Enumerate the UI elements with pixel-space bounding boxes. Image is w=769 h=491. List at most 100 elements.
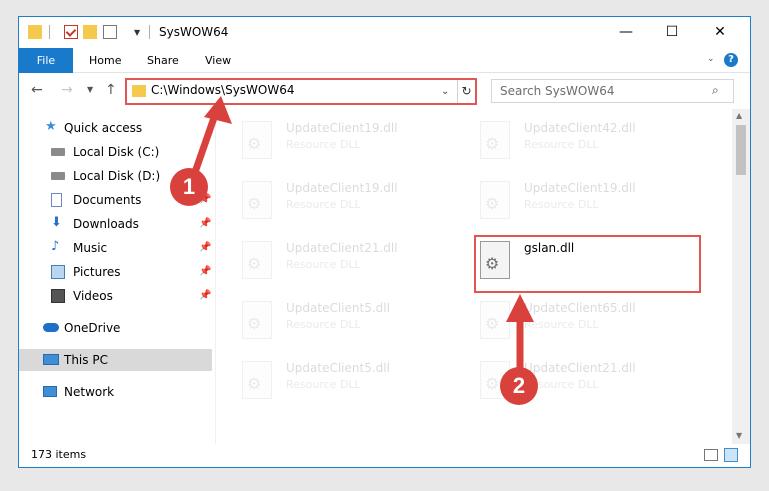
sidebar-item-network[interactable]: Network — [19, 381, 212, 403]
sidebar-item-label: Videos — [73, 289, 113, 303]
file-type: Resource DLL — [286, 138, 361, 151]
pin-icon[interactable]: 📌 — [199, 242, 211, 253]
navigation-pane: ★ Quick access Local Disk (C:) Local Dis… — [19, 109, 215, 444]
address-bar[interactable]: C:\Windows\SysWOW64 ⌄ ↻ — [125, 78, 477, 105]
search-box[interactable]: Search SysWOW64 ⌕ — [491, 79, 734, 103]
address-dropdown-icon[interactable]: ⌄ — [441, 86, 449, 97]
vertical-scrollbar[interactable]: ▲ ▼ — [732, 109, 750, 444]
sidebar-item-videos[interactable]: Videos 📌 — [19, 285, 212, 307]
help-icon[interactable]: ? — [724, 53, 738, 67]
pictures-icon — [51, 265, 65, 279]
tab-home[interactable]: Home — [89, 48, 121, 73]
expand-ribbon-icon[interactable]: ⌄ — [707, 54, 715, 64]
sidebar-item-pictures[interactable]: Pictures 📌 — [19, 261, 212, 283]
file-type: Resource DLL — [524, 138, 599, 151]
gslan-highlight-box — [474, 235, 701, 293]
file-item[interactable]: ⚙ UpdateClient5.dll Resource DLL — [238, 297, 466, 347]
status-bar: 173 items — [19, 444, 750, 467]
file-item[interactable]: ⚙ UpdateClient42.dll Resource DLL — [476, 117, 704, 167]
documents-icon — [51, 193, 62, 207]
pin-icon[interactable]: 📌 — [199, 266, 211, 277]
dll-file-icon: ⚙ — [242, 241, 272, 279]
properties-icon[interactable] — [103, 25, 117, 39]
sidebar-item-label: Documents — [73, 193, 142, 207]
file-item[interactable]: ⚙ UpdateClient19.dll Resource DLL — [238, 117, 466, 167]
tab-file[interactable]: File — [19, 48, 73, 73]
sidebar-item-downloads[interactable]: ⬇ Downloads 📌 — [19, 213, 212, 235]
drive-icon — [51, 172, 65, 180]
refresh-icon[interactable]: ↻ — [457, 80, 475, 103]
drive-icon — [51, 148, 65, 156]
file-type: Resource DLL — [524, 198, 599, 211]
gear-icon: ⚙ — [247, 194, 262, 213]
sidebar-item-label: Local Disk (D:) — [73, 169, 161, 183]
sidebar-item-onedrive[interactable]: OneDrive — [19, 317, 212, 339]
scroll-down-icon[interactable]: ▼ — [736, 431, 742, 440]
tab-share[interactable]: Share — [147, 48, 179, 73]
sidebar-item-label: OneDrive — [64, 321, 121, 335]
sidebar-item-quick-access[interactable]: ★ Quick access — [19, 117, 212, 139]
minimize-button[interactable]: — — [603, 17, 649, 48]
sidebar-item-label: Quick access — [64, 121, 143, 135]
pin-icon[interactable]: 📌 — [199, 290, 211, 301]
sidebar-item-label: Local Disk (C:) — [73, 145, 160, 159]
file-name: UpdateClient42.dll — [524, 121, 636, 135]
callout-1: 1 — [170, 168, 208, 206]
search-icon[interactable]: ⌕ — [712, 83, 719, 98]
tab-view[interactable]: View — [205, 48, 231, 73]
new-folder-icon[interactable] — [83, 25, 97, 39]
sidebar-item-label: Music — [73, 241, 108, 255]
sidebar-item-local-disk-c[interactable]: Local Disk (C:) — [19, 141, 212, 163]
recent-locations-dropdown-icon[interactable]: ▼ — [87, 85, 93, 94]
sidebar-item-label: Pictures — [73, 265, 121, 279]
up-arrow-icon[interactable]: ↑ — [105, 82, 117, 98]
network-icon — [43, 386, 57, 397]
folder-icon[interactable] — [28, 25, 42, 39]
callout-2: 2 — [500, 367, 538, 405]
scroll-thumb[interactable] — [736, 125, 746, 175]
gear-icon: ⚙ — [247, 254, 262, 273]
title-bar: ▼ SysWOW64 — ☐ ✕ — [19, 17, 750, 48]
file-item[interactable]: ⚙ UpdateClient21.dll Resource DLL — [238, 237, 466, 287]
gear-icon: ⚙ — [485, 374, 500, 393]
file-item[interactable]: ⚙ UpdateClient19.dll Resource DLL — [476, 177, 704, 227]
close-button[interactable]: ✕ — [697, 17, 743, 48]
file-item[interactable]: ⚙ UpdateClient19.dll Resource DLL — [238, 177, 466, 227]
address-path[interactable]: C:\Windows\SysWOW64 — [151, 83, 295, 97]
gear-icon: ⚙ — [485, 314, 500, 333]
dll-file-icon: ⚙ — [242, 121, 272, 159]
file-item[interactable]: ⚙ UpdateClient65.dll Resource DLL — [476, 297, 704, 347]
forward-arrow-icon[interactable]: → — [61, 82, 73, 98]
pin-icon[interactable]: 📌 — [199, 218, 211, 229]
gear-icon: ⚙ — [485, 194, 500, 213]
scroll-up-icon[interactable]: ▲ — [736, 111, 742, 120]
maximize-button[interactable]: ☐ — [649, 17, 695, 48]
sidebar-item-label: Network — [64, 385, 115, 399]
file-name: UpdateClient19.dll — [524, 181, 636, 195]
sidebar-item-music[interactable]: ♪ Music 📌 — [19, 237, 212, 259]
file-type: Resource DLL — [286, 258, 361, 271]
navigation-bar: ← → ▼ ↑ C:\Windows\SysWOW64 ⌄ ↻ Search S… — [19, 74, 750, 108]
window-title: SysWOW64 — [159, 25, 229, 39]
search-placeholder[interactable]: Search SysWOW64 — [500, 84, 614, 98]
folder-icon — [132, 85, 146, 97]
file-item[interactable]: ⚙ UpdateClient5.dll Resource DLL — [238, 357, 466, 407]
sidebar-item-this-pc[interactable]: This PC — [19, 349, 212, 371]
file-name: UpdateClient5.dll — [286, 361, 390, 375]
dll-file-icon: ⚙ — [242, 181, 272, 219]
cloud-icon — [43, 323, 59, 332]
file-name: UpdateClient21.dll — [286, 241, 398, 255]
file-name: UpdateClient21.dll — [524, 361, 636, 375]
properties-check-icon[interactable] — [64, 25, 78, 39]
file-type: Resource DLL — [524, 318, 599, 331]
gear-icon: ⚙ — [247, 134, 262, 153]
computer-icon — [43, 354, 59, 365]
dll-file-icon: ⚙ — [480, 301, 510, 339]
gear-icon: ⚙ — [247, 374, 262, 393]
back-arrow-icon[interactable]: ← — [31, 82, 43, 98]
details-view-icon[interactable] — [704, 449, 718, 461]
large-icons-view-icon[interactable] — [724, 448, 738, 462]
toolbar-divider — [149, 25, 150, 39]
file-type: Resource DLL — [286, 198, 361, 211]
customize-dropdown-icon[interactable]: ▼ — [134, 28, 140, 37]
